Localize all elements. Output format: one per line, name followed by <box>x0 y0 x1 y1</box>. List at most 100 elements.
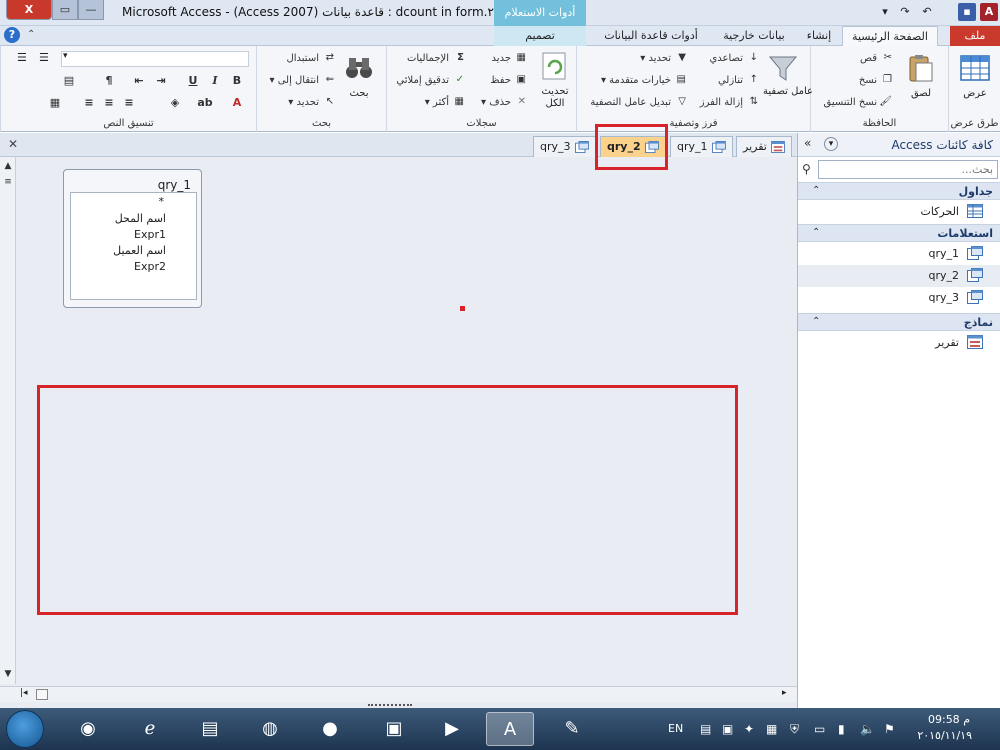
list-numbers-icon[interactable]: ☰ <box>39 51 49 64</box>
refresh-all-icon[interactable] <box>539 50 571 82</box>
filter-icon[interactable] <box>767 52 799 84</box>
scroll-up-icon[interactable]: ▲ <box>1 159 15 173</box>
vertical-scrollbar[interactable]: ▲ ≡ ▼ <box>0 157 16 684</box>
tab-home[interactable]: الصفحة الرئيسية <box>842 26 938 47</box>
nav-item-query[interactable]: qry_2 <box>798 265 1000 287</box>
start-button-icon[interactable] <box>6 710 44 748</box>
hscroll-thumb[interactable] <box>36 689 48 700</box>
antivirus-tray-icon[interactable]: ✦ <box>744 722 754 736</box>
fill-color-icon[interactable]: ◈ <box>167 95 183 111</box>
nav-item-query[interactable]: qry_3 <box>798 287 1000 309</box>
nav-menu-dropdown-icon[interactable]: ▾ <box>824 137 838 151</box>
advanced-filter-button[interactable]: ▤خيارات متقدمة ▾ <box>601 74 686 86</box>
field-list-window[interactable]: qry_1 * اسم المحل Expr1 اسم العميل Expr2 <box>63 169 202 308</box>
scroll-down-icon[interactable]: ▼ <box>1 667 15 681</box>
field-item[interactable]: Expr1 <box>134 228 166 241</box>
highlight-color-icon[interactable]: ab <box>197 95 213 111</box>
undo-icon[interactable]: ↶ <box>918 3 936 21</box>
font-name-dropdown[interactable] <box>61 51 249 67</box>
internet-explorer-icon[interactable]: ℯ <box>126 712 174 746</box>
field-item[interactable]: Expr2 <box>134 260 166 273</box>
save-record-button[interactable]: ▣حفظ <box>490 74 526 86</box>
nav-item-query[interactable]: qry_1 <box>798 243 1000 265</box>
font-color-button[interactable]: A <box>229 95 245 111</box>
indent-decrease-icon[interactable]: ⇤ <box>131 73 147 89</box>
action-center-flag-icon[interactable]: ⚑ <box>884 722 895 736</box>
format-painter-button[interactable]: 🖌نسخ التنسيق <box>824 96 892 108</box>
selection-button[interactable]: ▼تحديد ▾ <box>640 52 686 64</box>
select-button[interactable]: ↖تحديد ▾ <box>288 96 334 108</box>
field-item[interactable]: * <box>159 195 165 208</box>
nav-search-input[interactable] <box>818 160 998 179</box>
more-records-button[interactable]: ▦أكثر ▾ <box>425 96 464 108</box>
find-button[interactable]: بحث <box>345 88 373 99</box>
tab-external-data[interactable]: بيانات خارجية <box>712 26 796 46</box>
minimize-window-button[interactable]: — <box>78 0 104 20</box>
align-left-icon[interactable]: ≡ <box>81 95 97 111</box>
paste-icon[interactable] <box>905 52 937 84</box>
field-list-body[interactable]: * اسم المحل Expr1 اسم العميل Expr2 <box>70 192 197 300</box>
firefox-icon[interactable]: ◍ <box>246 712 294 746</box>
language-indicator[interactable]: EN <box>668 722 683 735</box>
scroll-right-icon[interactable]: ▸ <box>782 688 787 698</box>
file-explorer-icon[interactable]: ▤ <box>186 712 234 746</box>
close-window-button[interactable]: X <box>6 0 52 20</box>
table-grid-icon[interactable]: ▦ <box>47 95 63 111</box>
media-player-icon[interactable]: ▶ <box>428 712 476 746</box>
font-name-dropdown-arrow-icon[interactable]: ▾ <box>63 51 68 61</box>
nav-pane-title[interactable]: كافة كائنات Access <box>891 138 993 152</box>
restore-window-button[interactable]: ▭ <box>52 0 78 20</box>
tab-design[interactable]: تصميم <box>494 26 586 46</box>
sort-descending-button[interactable]: ↑تنازلي <box>718 74 758 86</box>
copy-button[interactable]: ❐نسخ <box>859 74 892 86</box>
align-center-icon[interactable]: ≡ <box>101 95 117 111</box>
tab-database-tools[interactable]: أدوات قاعدة البيانات <box>592 26 710 46</box>
list-bullets-icon[interactable]: ☰ <box>17 51 27 64</box>
tray-app-icon[interactable]: ▣ <box>722 722 733 736</box>
doc-tab-qry1[interactable]: qry_1 <box>670 136 733 157</box>
gridlines-icon[interactable]: ▤ <box>61 73 77 89</box>
media-player-classic-icon[interactable]: ▣ <box>370 712 418 746</box>
redo-icon[interactable]: ↷ <box>896 3 914 21</box>
ribbon-minimize-icon[interactable]: ⌃ <box>27 29 35 40</box>
goto-button[interactable]: ⇐انتقال إلى ▾ <box>270 74 335 86</box>
browser-app-icon[interactable]: ● <box>306 712 354 746</box>
replace-button[interactable]: ⇄استبدال <box>287 52 335 64</box>
field-item[interactable]: اسم العميل <box>113 244 166 257</box>
paint-icon[interactable]: ✎ <box>548 712 596 746</box>
network-icon[interactable]: ▮ <box>838 722 845 736</box>
qat-customize-icon[interactable]: ▾ <box>876 3 894 21</box>
view-button[interactable]: عرض <box>959 88 991 99</box>
paste-button[interactable]: لصق <box>907 88 935 99</box>
underline-button[interactable]: U <box>185 73 201 89</box>
datasheet-view-icon[interactable] <box>959 52 991 84</box>
refresh-all-button[interactable]: تحديث الكل <box>535 86 575 110</box>
field-item[interactable]: اسم المحل <box>115 212 166 225</box>
filter-button[interactable]: عامل تصفية <box>763 86 813 98</box>
tab-file[interactable]: ملف <box>950 26 1000 46</box>
nav-item-table[interactable]: الحركات <box>798 201 1000 223</box>
scroll-thumb-icon[interactable]: ≡ <box>1 175 15 189</box>
cut-button[interactable]: ✂قص <box>860 52 892 64</box>
binoculars-icon[interactable] <box>343 52 375 84</box>
nav-collapse-icon[interactable]: « <box>804 136 811 150</box>
remove-sort-button[interactable]: ⇅إزالة الفرز <box>700 96 758 108</box>
new-record-button[interactable]: ▦جديد <box>492 52 526 64</box>
scroll-left-icon[interactable]: |◂ <box>20 688 28 698</box>
nav-item-form[interactable]: تقرير <box>798 332 1000 354</box>
toggle-filter-button[interactable]: ▽تبديل عامل التصفية <box>590 96 686 108</box>
volume-icon[interactable]: 🔈 <box>860 722 875 736</box>
nav-group-forms[interactable]: نماذج ⌃ <box>798 313 1000 331</box>
nav-pane-header[interactable]: كافة كائنات Access ▾ « <box>798 133 1000 157</box>
delete-record-button[interactable]: ✕حذف ▾ <box>481 96 526 108</box>
indent-increase-icon[interactable]: ⇥ <box>153 73 169 89</box>
search-icon[interactable]: ⚲ <box>802 162 811 176</box>
sort-ascending-button[interactable]: ↓تصاعدي <box>709 52 758 64</box>
paragraph-rtl-icon[interactable]: ¶ <box>101 73 117 89</box>
clock-time[interactable]: 09:58 م <box>928 713 970 726</box>
horizontal-scrollbar[interactable]: |◂ ▸ <box>0 686 797 702</box>
access-taskbar-icon[interactable]: A <box>486 712 534 746</box>
doc-tab-report[interactable]: تقرير <box>736 136 792 157</box>
tab-create[interactable]: إنشاء <box>798 26 840 46</box>
pdf-tray-icon[interactable]: ▤ <box>700 722 711 736</box>
